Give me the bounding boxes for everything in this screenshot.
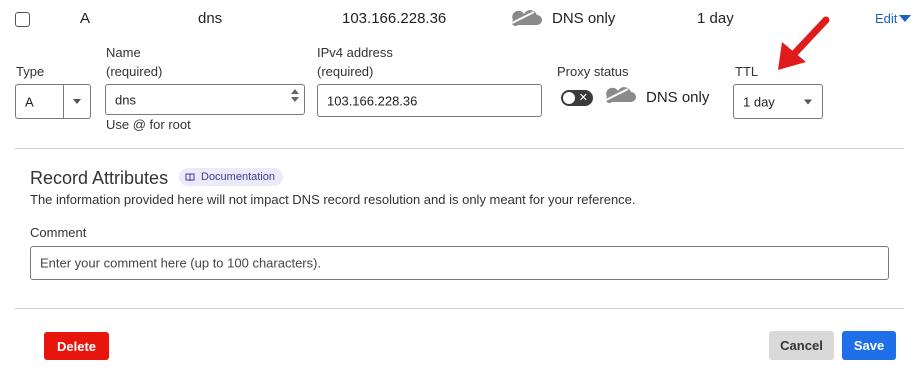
toggle-off-icon: ✕	[578, 92, 588, 104]
ipv4-input-value: 103.166.228.36	[327, 93, 418, 108]
toggle-knob	[563, 92, 575, 104]
section-title: Record Attributes	[30, 168, 169, 188]
comment-input[interactable]: Enter your comment here (up to 100 chara…	[30, 246, 889, 280]
name-label: Name	[106, 45, 141, 60]
edit-label: Edit	[875, 11, 898, 26]
type-select[interactable]: A	[15, 84, 91, 119]
book-icon	[185, 173, 195, 181]
row-proxy-status: DNS only	[552, 10, 616, 27]
ttl-select-value: 1 day	[743, 94, 775, 109]
type-select-value: A	[25, 94, 34, 109]
row-select-checkbox[interactable]	[15, 12, 30, 27]
ttl-select[interactable]: 1 day	[733, 84, 823, 119]
chevron-down-icon	[63, 85, 90, 118]
documentation-link[interactable]: Documentation	[179, 168, 283, 186]
row-content: 103.166.228.36	[342, 10, 447, 27]
row-type: A	[80, 10, 91, 27]
documentation-label: Documentation	[201, 171, 275, 183]
ipv4-input[interactable]: 103.166.228.36	[317, 84, 542, 117]
proxy-status-label: Proxy status	[557, 64, 629, 79]
proxy-toggle[interactable]: ✕	[561, 90, 593, 106]
stepper-icon	[291, 89, 299, 102]
cloud-icon	[511, 10, 542, 26]
row-ttl: 1 day	[697, 10, 734, 27]
row-name: dns	[198, 10, 223, 27]
section-divider	[15, 148, 904, 149]
red-arrow-annotation	[778, 16, 830, 70]
section-divider	[15, 308, 904, 309]
comment-label: Comment	[30, 225, 87, 240]
ipv4-required: (required)	[317, 64, 374, 79]
attributes-description: The information provided here will not i…	[30, 192, 636, 207]
comment-placeholder: Enter your comment here (up to 100 chara…	[40, 255, 322, 271]
delete-button[interactable]: Delete	[44, 332, 109, 360]
name-input-value: dns	[115, 92, 136, 107]
ttl-label: TTL	[735, 64, 759, 79]
save-button[interactable]: Save	[842, 331, 896, 360]
chevron-down-icon	[804, 99, 812, 104]
edit-link[interactable]: Edit	[875, 11, 912, 26]
ipv4-label: IPv4 address	[317, 45, 393, 60]
name-required: (required)	[106, 64, 163, 79]
cancel-button[interactable]: Cancel	[769, 331, 834, 360]
type-label: Type	[16, 64, 45, 79]
caret-down-icon	[899, 14, 912, 22]
cloud-icon	[605, 87, 636, 103]
name-hint: Use @ for root	[106, 117, 191, 132]
proxy-status-value: DNS only	[646, 89, 710, 106]
name-input[interactable]: dns	[105, 84, 305, 115]
